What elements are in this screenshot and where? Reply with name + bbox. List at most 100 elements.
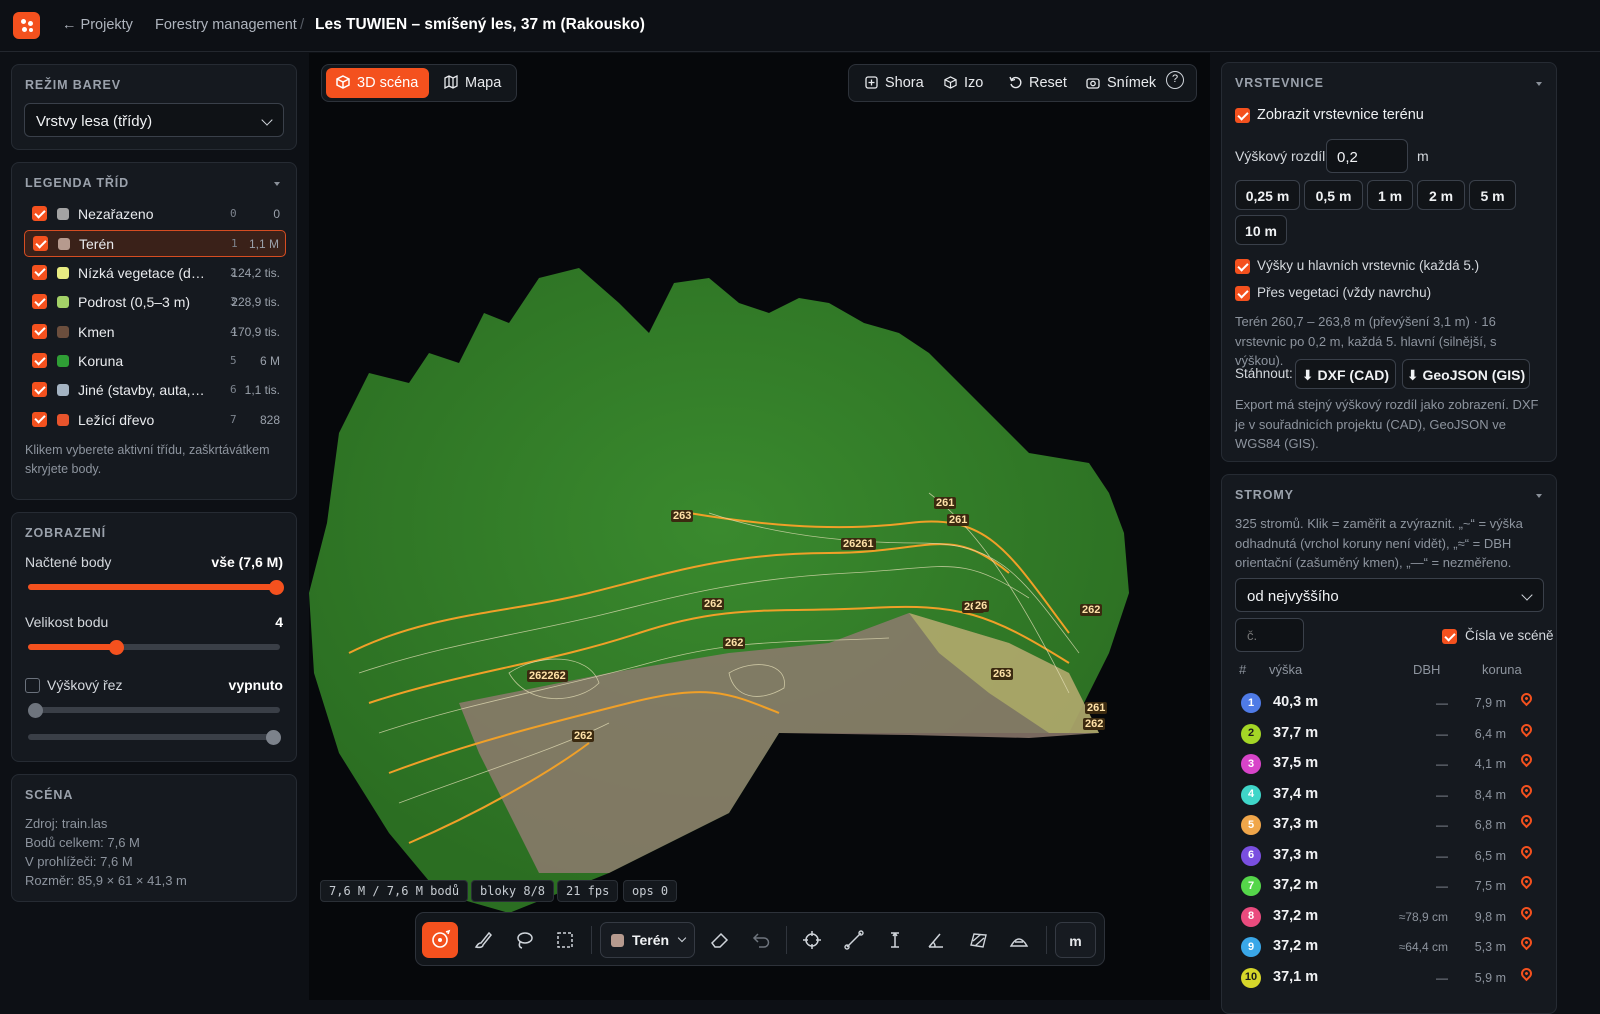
- active-class-select[interactable]: Terén: [600, 922, 695, 958]
- mode-map-button[interactable]: Mapa: [434, 68, 514, 98]
- locate-pin-icon[interactable]: [1518, 782, 1535, 798]
- measure-volume-button[interactable]: [1001, 922, 1037, 958]
- preset-2-button[interactable]: 2 m: [1417, 180, 1465, 210]
- show-contours-checkbox[interactable]: [1235, 108, 1250, 123]
- tree-row[interactable]: 3 37,5 m — 4,1 m: [1238, 750, 1548, 780]
- tree-row[interactable]: 5 37,3 m — 6,8 m: [1238, 811, 1548, 841]
- help-icon[interactable]: ?: [1166, 71, 1184, 89]
- locate-pin-icon[interactable]: [1518, 965, 1535, 981]
- eraser-tool-button[interactable]: [701, 922, 737, 958]
- preset-0-25-button[interactable]: 0,25 m: [1235, 180, 1300, 210]
- locate-pin-icon[interactable]: [1518, 934, 1535, 951]
- measure-area-button[interactable]: [960, 922, 996, 958]
- undo-button[interactable]: [742, 922, 778, 958]
- points-label: Načtené body: [25, 554, 112, 570]
- legend-item-checkbox[interactable]: [32, 411, 47, 427]
- scene-points-total: Bodů celkem: 7,6 M: [25, 835, 140, 850]
- locate-pin-icon[interactable]: [1518, 873, 1535, 890]
- legend-item-checkbox[interactable]: [32, 206, 47, 221]
- tree-row[interactable]: 8 37,2 m ≈78,9 cm 9,8 m: [1238, 903, 1548, 933]
- view-top-button[interactable]: Shora: [855, 68, 934, 98]
- view-iso-button[interactable]: Izo: [934, 68, 993, 98]
- preset-1-button[interactable]: 1 m: [1367, 180, 1413, 210]
- legend-item[interactable]: Koruna 5 6 M: [24, 348, 286, 375]
- legend-item-checkbox[interactable]: [33, 236, 48, 252]
- tree-row[interactable]: 6 37,3 m — 6,5 m: [1238, 842, 1548, 872]
- lasso-tool-button[interactable]: [506, 922, 542, 958]
- box-select-tool-button[interactable]: [547, 922, 583, 958]
- snapshot-button[interactable]: Snímek: [1076, 68, 1166, 98]
- measure-angle-button[interactable]: [918, 922, 954, 958]
- locate-pin-icon[interactable]: [1518, 904, 1535, 920]
- over-vegetation-checkbox[interactable]: [1235, 286, 1250, 301]
- legend-item[interactable]: Jiné (stavby, auta, pře… 6 1,1 tis.: [24, 377, 286, 404]
- tree-row[interactable]: 10 37,1 m — 5,9 m: [1238, 964, 1548, 994]
- collapse-caret-icon[interactable]: [1536, 494, 1542, 498]
- major-labels-checkbox[interactable]: [1235, 259, 1250, 274]
- breadcrumb-section[interactable]: Forestry management: [155, 17, 297, 33]
- legend-item-checkbox[interactable]: [32, 264, 47, 280]
- col-crown-header[interactable]: koruna: [1482, 662, 1522, 677]
- legend-item-checkbox[interactable]: [32, 294, 47, 310]
- color-mode-select[interactable]: Vrstvy lesa (třídy): [24, 103, 284, 137]
- legend-item-checkbox[interactable]: [32, 353, 47, 368]
- col-height-header[interactable]: výška: [1269, 662, 1302, 677]
- download-dxf-button[interactable]: ⬇ DXF (CAD): [1295, 359, 1396, 389]
- download-geojson-button[interactable]: ⬇ GeoJSON (GIS): [1402, 359, 1530, 389]
- preset-0-5-button[interactable]: 0,5 m: [1304, 180, 1363, 210]
- legend-item[interactable]: Nízká vegetace (do… 2 124,2 tis.: [24, 260, 286, 287]
- point-cloud-render[interactable]: [309, 53, 1210, 1000]
- legend-item-name: Podrost (0,5–3 m): [78, 294, 191, 311]
- legend-item[interactable]: Nezařazeno 0 0: [24, 201, 286, 228]
- height-cut-min-slider[interactable]: [27, 702, 280, 718]
- contours-title: VRSTEVNICE: [1235, 76, 1324, 90]
- collapse-caret-icon[interactable]: [1536, 82, 1542, 86]
- tree-row[interactable]: 1 40,3 m — 7,9 m: [1238, 689, 1548, 719]
- app-logo-icon[interactable]: [13, 12, 40, 39]
- height-cut-max-slider[interactable]: [28, 729, 281, 745]
- measure-distance-button[interactable]: [836, 922, 872, 958]
- unit-button[interactable]: m: [1055, 922, 1096, 958]
- height-cut-checkbox[interactable]: [25, 678, 40, 693]
- preset-5-button[interactable]: 5 m: [1469, 180, 1516, 210]
- scene-numbers-checkbox[interactable]: [1442, 629, 1457, 644]
- tree-row[interactable]: 4 37,4 m — 8,4 m: [1238, 781, 1548, 811]
- locate-pin-icon[interactable]: [1518, 721, 1535, 737]
- legend-item[interactable]: Kmen 4 170,9 tis.: [24, 319, 286, 346]
- legend-item[interactable]: Ležící dřevo 7 828: [24, 407, 286, 434]
- legend-item-checkbox[interactable]: [32, 382, 47, 398]
- tree-row[interactable]: 7 37,2 m — 7,5 m: [1238, 872, 1548, 902]
- trees-title: STROMY: [1235, 488, 1294, 502]
- view-reset-button[interactable]: Reset: [999, 68, 1077, 98]
- locate-pin-icon[interactable]: [1518, 690, 1535, 707]
- brush-tool-button[interactable]: [464, 922, 500, 958]
- points-slider[interactable]: [28, 579, 284, 595]
- locate-pin-icon[interactable]: [1518, 812, 1535, 829]
- tree-sort-select[interactable]: od nejvyššího: [1235, 578, 1544, 612]
- orbit-tool-button[interactable]: [422, 922, 458, 958]
- measure-height-button[interactable]: [877, 922, 913, 958]
- points-slider-handle[interactable]: [268, 579, 284, 595]
- height-cut-min-handle[interactable]: [27, 702, 43, 718]
- legend-item-index: 5: [230, 354, 237, 367]
- tree-row[interactable]: 9 37,2 m ≈64,4 cm 5,3 m: [1238, 933, 1548, 963]
- tree-search-input[interactable]: [1235, 618, 1304, 652]
- collapse-caret-icon[interactable]: [274, 182, 280, 186]
- tree-number-badge: 1: [1241, 693, 1261, 713]
- col-dbh-header[interactable]: DBH: [1413, 662, 1440, 677]
- legend-item[interactable]: Terén 1 1,1 M: [24, 230, 286, 258]
- step-input[interactable]: 0,2: [1326, 139, 1408, 173]
- tree-row[interactable]: 2 37,7 m — 6,4 m: [1238, 720, 1548, 750]
- 3d-viewport[interactable]: 2632612612626126226226126226226226326226…: [309, 53, 1210, 1000]
- legend-item[interactable]: Podrost (0,5–3 m) 3 228,9 tis.: [24, 289, 286, 316]
- focus-tool-button[interactable]: [794, 922, 830, 958]
- mode-3d-button[interactable]: 3D scéna: [326, 68, 429, 98]
- preset-10-button[interactable]: 10 m: [1235, 215, 1287, 245]
- height-cut-max-handle[interactable]: [265, 729, 281, 745]
- legend-item-checkbox[interactable]: [32, 323, 47, 339]
- locate-pin-icon[interactable]: [1518, 751, 1535, 768]
- point-size-slider-handle[interactable]: [108, 639, 124, 655]
- back-to-projects-link[interactable]: ← Projekty: [62, 17, 133, 33]
- point-size-slider[interactable]: [28, 639, 280, 655]
- locate-pin-icon[interactable]: [1518, 843, 1535, 859]
